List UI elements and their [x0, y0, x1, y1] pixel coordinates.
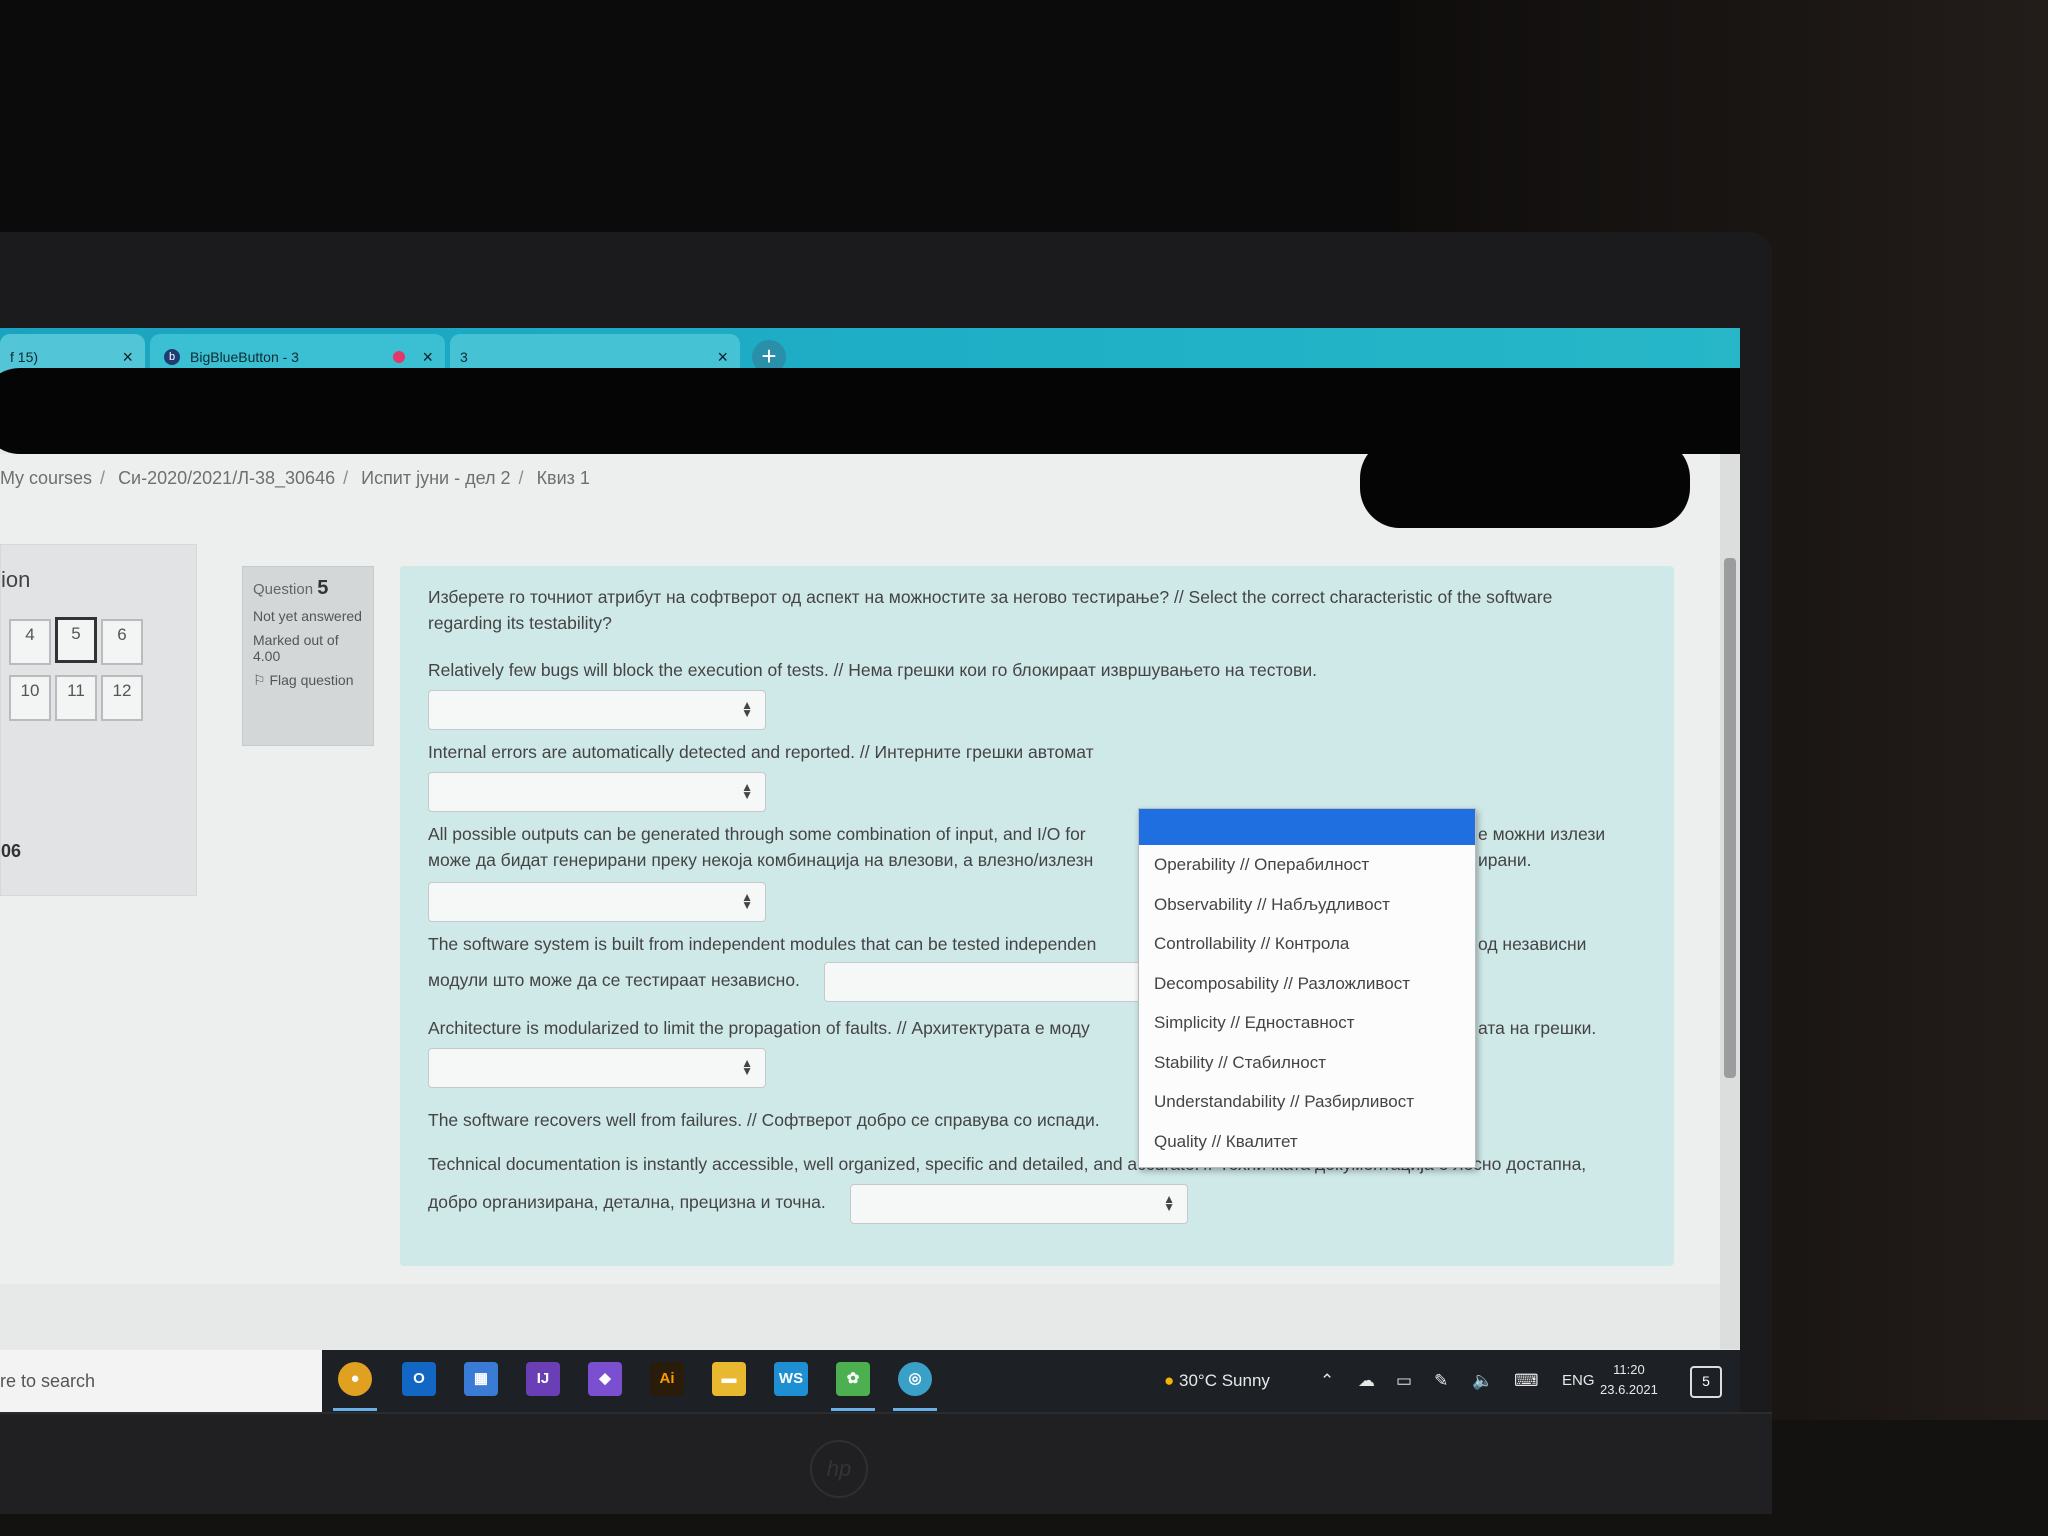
- dropdown-option-quality[interactable]: Quality // Квалитет: [1139, 1122, 1475, 1162]
- question-content: Изберете го точниот атрибут на софтверот…: [400, 566, 1674, 1266]
- windows-taskbar: re to search ● O ▦ IJ ◆ Ai ▬ WS ✿ ◎ ● 30…: [0, 1350, 1740, 1412]
- calendar-icon[interactable]: ▦: [464, 1362, 498, 1396]
- quiz-page: My courses / Си-2020/2021/Л-38_30646/ Исп…: [0, 454, 1740, 1284]
- statement-3-line-2: може да бидат генерирани преку некоја ко…: [428, 850, 1094, 870]
- tab-label: f 15): [10, 349, 39, 365]
- flag-question-link[interactable]: ⚐ Flag question: [253, 672, 363, 689]
- clock-time: 11:20: [1613, 1362, 1645, 1377]
- tray-network-icon[interactable]: ▭: [1396, 1350, 1412, 1412]
- tray-chevron-icon[interactable]: ⌃: [1320, 1350, 1334, 1412]
- statement-1: Relatively few bugs will block the execu…: [428, 660, 1317, 680]
- statement-3-tail-2: ирани.: [1478, 850, 1532, 870]
- select-arrow-icon: ▲▼: [741, 1056, 753, 1078]
- nav-question-6[interactable]: 6: [101, 619, 143, 665]
- clock-date: 23.6.2021: [1600, 1382, 1658, 1397]
- chrome-icon[interactable]: ●: [338, 1362, 372, 1396]
- question-info: Question 5 Not yet answered Marked out o…: [242, 566, 374, 746]
- answer-select-3[interactable]: ▲ ▼: [428, 882, 766, 922]
- quiz-navigation-block: ion 4 5 6 10 11 12 06: [0, 544, 197, 896]
- select-arrow-icon: ▲▼: [741, 890, 753, 912]
- select-arrow-icon: ▲▼: [741, 780, 753, 802]
- dropdown-option-controllability[interactable]: Controllability // Контрола: [1139, 924, 1475, 964]
- notification-center-icon[interactable]: 5: [1690, 1366, 1722, 1398]
- laptop-screen: f 15) × b BigBlueButton - 3 × 3 × + My c…: [0, 328, 1740, 1412]
- statement-7-line-2: добро организирана, детална, прецизна и …: [428, 1192, 826, 1212]
- question-number: Question 5: [253, 577, 329, 599]
- recording-icon: [393, 351, 405, 363]
- weather-widget[interactable]: ● 30°C Sunny: [1164, 1350, 1270, 1412]
- tab-label: 3: [460, 349, 468, 365]
- dropdown-option-empty-highlighted[interactable]: [1139, 809, 1475, 845]
- file-explorer-icon[interactable]: ▬: [712, 1362, 746, 1396]
- dropdown-option-decomposability[interactable]: Decomposability // Разложливост: [1139, 964, 1475, 1004]
- statement-4: The software system is built from indepe…: [428, 934, 1097, 954]
- tab-close-icon[interactable]: ×: [422, 347, 433, 368]
- volume-icon[interactable]: 🔈: [1472, 1350, 1493, 1412]
- taskbar-clock[interactable]: 11:20 23.6.2021: [1600, 1360, 1658, 1400]
- statement-3-tail: е можни излези: [1478, 824, 1606, 844]
- answer-dropdown-list: Operability // Операбилност Observabilit…: [1138, 808, 1476, 1168]
- app-icon[interactable]: ✿: [836, 1362, 870, 1396]
- dropdown-option-simplicity[interactable]: Simplicity // Едноставност: [1139, 1003, 1475, 1043]
- tab-close-icon[interactable]: ×: [717, 347, 728, 368]
- tray-pen-icon[interactable]: ✎: [1434, 1350, 1448, 1412]
- nav-footer-text: 06: [1, 841, 22, 861]
- visual-studio-icon[interactable]: ◆: [588, 1362, 622, 1396]
- laptop-chin: [0, 1412, 1772, 1514]
- dropdown-option-observability[interactable]: Observability // Набљудливост: [1139, 885, 1475, 925]
- dropdown-option-understandability[interactable]: Understandability // Разбирливост: [1139, 1082, 1475, 1122]
- dropdown-option-stability[interactable]: Stability // Стабилност: [1139, 1043, 1475, 1083]
- hp-logo: hp: [810, 1440, 868, 1498]
- tray-cloud-icon[interactable]: ☁: [1358, 1350, 1375, 1412]
- flag-icon: ⚐: [253, 672, 266, 688]
- statement-2: Internal errors are automatically detect…: [428, 742, 1094, 762]
- outlook-icon[interactable]: O: [402, 1362, 436, 1396]
- answer-select-1[interactable]: ▲ ▼: [428, 690, 766, 730]
- select-arrow-icon: ▲▼: [1163, 1192, 1175, 1214]
- active-app-indicator: [831, 1408, 875, 1411]
- breadcrumb-course[interactable]: Си-2020/2021/Л-38_30646: [118, 468, 335, 488]
- answer-select-7[interactable]: ▲ ▼: [850, 1184, 1188, 1224]
- webstorm-icon[interactable]: WS: [774, 1362, 808, 1396]
- statement-5-tail: ата на грешки.: [1478, 1018, 1597, 1038]
- question-status: Not yet answered: [253, 608, 362, 624]
- breadcrumb: My courses / Си-2020/2021/Л-38_30646/ Исп…: [0, 468, 590, 488]
- nav-question-4[interactable]: 4: [9, 619, 51, 665]
- bigbluebutton-icon: b: [164, 349, 180, 365]
- redaction-overlay: [1360, 438, 1690, 528]
- breadcrumb-section[interactable]: Испит јуни - дел 2: [361, 468, 510, 488]
- nav-question-5[interactable]: 5: [55, 617, 97, 663]
- question-marks: Marked out of 4.00: [253, 632, 339, 664]
- answer-select-2[interactable]: ▲ ▼: [428, 772, 766, 812]
- select-arrow-icon: ▲▼: [741, 698, 753, 720]
- breadcrumb-quiz[interactable]: Квиз 1: [537, 468, 590, 488]
- quiz-navigation-title: ion: [1, 567, 31, 592]
- illustrator-icon[interactable]: Ai: [650, 1362, 684, 1396]
- keyboard-icon[interactable]: ⌨: [1514, 1350, 1539, 1412]
- question-prompt: Изберете го точниот атрибут на софтверот…: [428, 587, 1553, 633]
- taskbar-search-box[interactable]: re to search: [0, 1350, 322, 1412]
- tab-label: BigBlueButton - 3: [190, 349, 299, 365]
- statement-6: The software recovers well from failures…: [428, 1110, 1100, 1130]
- chrome-canary-icon[interactable]: ◎: [898, 1362, 932, 1396]
- statement-4-tail: од независни: [1478, 934, 1587, 954]
- page-scrollbar-thumb[interactable]: [1724, 558, 1736, 1078]
- breadcrumb-my-courses[interactable]: My courses: [0, 468, 92, 488]
- answer-select-4[interactable]: [824, 962, 1164, 1002]
- statement-4-line-2: модули што може да се тестираат независн…: [428, 970, 800, 990]
- active-app-indicator: [893, 1408, 937, 1411]
- sun-icon: ●: [1164, 1371, 1175, 1390]
- answer-select-5[interactable]: ▲ ▼: [428, 1048, 766, 1088]
- nav-question-10[interactable]: 10: [9, 675, 51, 721]
- intellij-icon[interactable]: IJ: [526, 1362, 560, 1396]
- nav-question-11[interactable]: 11: [55, 675, 97, 721]
- active-app-indicator: [333, 1408, 377, 1411]
- dropdown-option-operability[interactable]: Operability // Операбилност: [1139, 845, 1475, 885]
- statement-5: Architecture is modularized to limit the…: [428, 1018, 1090, 1038]
- language-indicator[interactable]: ENG: [1562, 1350, 1595, 1412]
- statement-3: All possible outputs can be generated th…: [428, 824, 1086, 844]
- nav-question-12[interactable]: 12: [101, 675, 143, 721]
- tab-close-icon[interactable]: ×: [122, 347, 133, 368]
